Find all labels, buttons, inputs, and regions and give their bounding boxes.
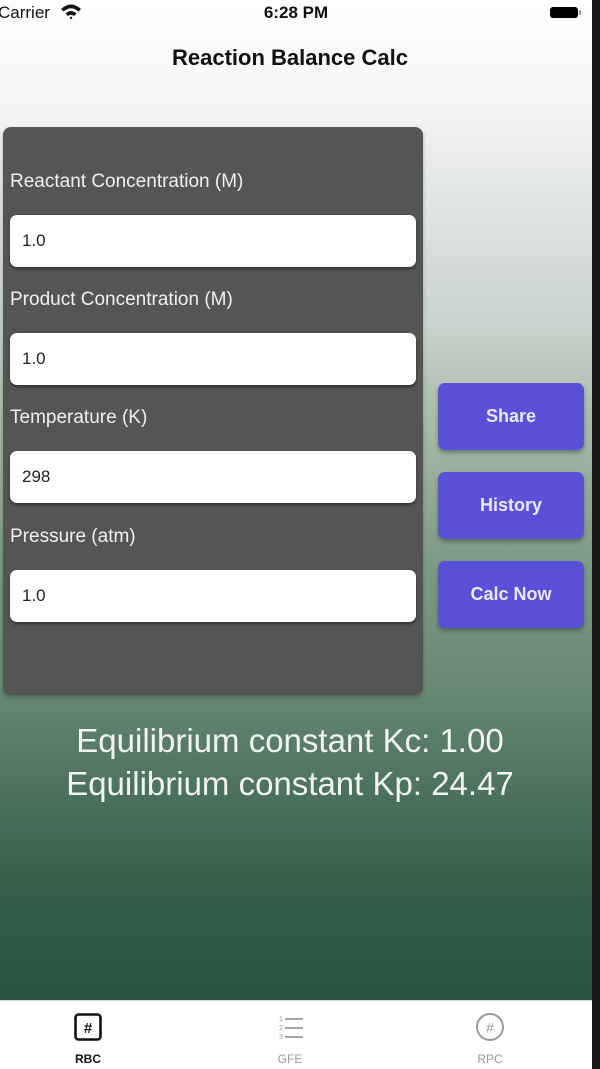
tab-rpc-label: RPC	[477, 1052, 503, 1066]
temperature-label: Temperature (K)	[10, 407, 148, 428]
calc-now-button[interactable]: Calc Now	[438, 561, 584, 628]
svg-text:1: 1	[279, 1016, 283, 1023]
svg-text:#: #	[486, 1020, 494, 1036]
tab-bar: # RBC 1 2 3 GFE # RPC	[0, 1000, 592, 1069]
reactant-concentration-input[interactable]	[10, 215, 416, 267]
svg-text:3: 3	[279, 1034, 283, 1041]
svg-text:2: 2	[279, 1025, 283, 1032]
screen-edge	[592, 0, 600, 1069]
battery-icon	[550, 7, 578, 18]
reactant-concentration-label: Reactant Concentration (M)	[10, 171, 244, 192]
status-time: 6:28 PM	[263, 3, 329, 22]
product-concentration-input[interactable]	[10, 333, 416, 385]
pressure-label: Pressure (atm)	[10, 526, 136, 547]
hash-square-icon: #	[74, 1013, 102, 1041]
battery-tip	[579, 10, 581, 15]
tab-rbc[interactable]: # RBC	[18, 1001, 158, 1069]
tab-gfe[interactable]: 1 2 3 GFE	[220, 1001, 360, 1069]
pressure-input[interactable]	[10, 570, 416, 622]
kc-result: Equilibrium constant Kc: 1.00	[76, 722, 504, 759]
kp-result: Equilibrium constant Kp: 24.47	[66, 765, 514, 802]
svg-text:#: #	[84, 1020, 93, 1037]
input-panel: Reactant Concentration (M) Product Conce…	[3, 127, 423, 695]
product-concentration-label: Product Concentration (M)	[10, 289, 233, 310]
app-screen: Carrier 6:28 PM Reaction Balance Calc Re…	[0, 0, 592, 1069]
temperature-input[interactable]	[10, 451, 416, 503]
tab-gfe-label: GFE	[277, 1052, 303, 1066]
page-title: Reaction Balance Calc	[172, 45, 408, 70]
status-bar: Carrier 6:28 PM	[0, 0, 592, 30]
hash-circle-icon: #	[476, 1013, 504, 1041]
tab-rbc-label: RBC	[75, 1052, 101, 1066]
numbered-list-icon: 1 2 3	[279, 1016, 303, 1041]
share-button[interactable]: Share	[438, 383, 584, 450]
history-button[interactable]: History	[438, 472, 584, 539]
tab-rpc[interactable]: # RPC	[420, 1001, 560, 1069]
